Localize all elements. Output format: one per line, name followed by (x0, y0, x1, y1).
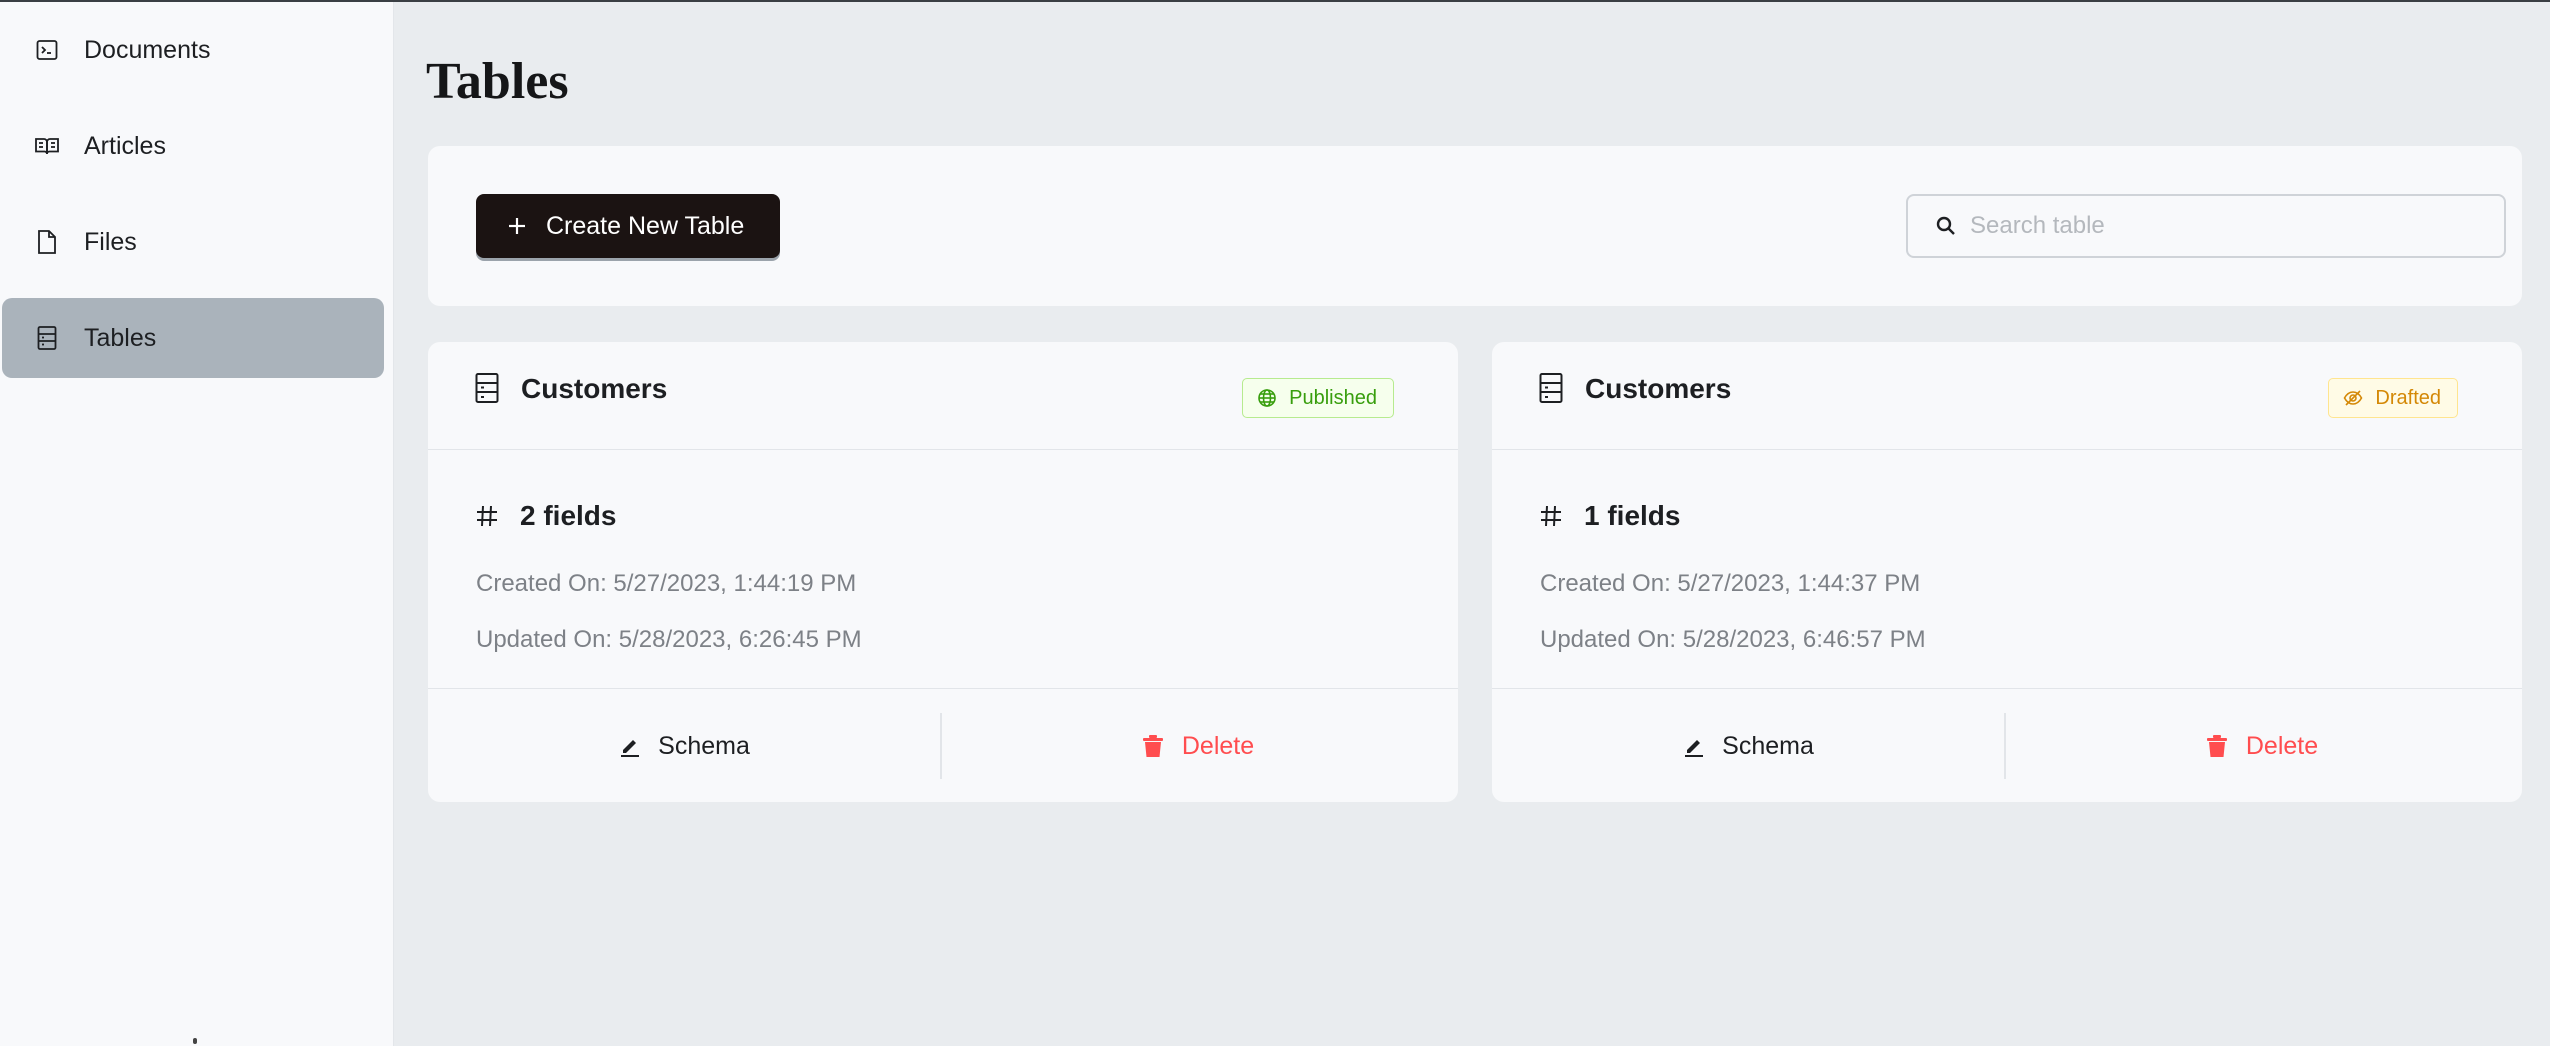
card-footer: Schema Delete (428, 688, 1458, 802)
updated-on: Updated On: 5/28/2023, 6:46:57 PM (1540, 626, 1926, 653)
card-header: Customers Drafted (1492, 342, 2522, 450)
card-title: Customers (1585, 373, 1732, 404)
table-card: Customers Published 2 fields Created On:… (428, 342, 1458, 802)
status-label: Published (1289, 386, 1377, 409)
delete-button[interactable]: Delete (942, 689, 1454, 803)
book-open-icon (34, 133, 60, 159)
fields-count-label: 1 fields (1584, 500, 1681, 531)
sidebar: Documents Articles Files Tables (0, 2, 394, 1046)
table-icon (34, 325, 60, 351)
card-body: 1 fields Created On: 5/27/2023, 1:44:37 … (1492, 450, 2522, 690)
schema-label: Schema (1722, 731, 1814, 760)
fields-count-label: 2 fields (520, 500, 617, 531)
sidebar-item-documents[interactable]: Documents (2, 10, 384, 90)
table-card: Customers Drafted 1 fields Created On: 5… (1492, 342, 2522, 802)
schema-label: Schema (658, 731, 750, 760)
file-icon (34, 229, 60, 255)
status-badge: Published (1242, 378, 1394, 418)
card-title: Customers (521, 373, 668, 404)
toolbar: Create New Table (428, 146, 2522, 306)
create-new-table-button[interactable]: Create New Table (476, 194, 780, 258)
delete-button[interactable]: Delete (2006, 689, 2518, 803)
schema-button[interactable]: Schema (1492, 689, 2004, 803)
sidebar-item-files[interactable]: Files (2, 202, 384, 282)
updated-on: Updated On: 5/28/2023, 6:26:45 PM (476, 626, 862, 653)
terminal-icon (34, 37, 60, 63)
sidebar-item-articles[interactable]: Articles (2, 106, 384, 186)
trash-icon (1142, 734, 1166, 758)
card-body: 2 fields Created On: 5/27/2023, 1:44:19 … (428, 450, 1458, 690)
fields-count: 1 fields (1538, 500, 1680, 532)
sidebar-resize-handle[interactable] (193, 1038, 197, 1044)
hash-icon (1538, 503, 1564, 529)
trash-icon (2206, 734, 2230, 758)
hash-icon (474, 503, 500, 529)
app-window: Documents Articles Files Tables Tables C… (0, 0, 2550, 1046)
fields-count: 2 fields (474, 500, 616, 532)
table-icon (1538, 372, 1564, 404)
sidebar-item-label: Tables (84, 323, 157, 352)
main-content: Tables Create New Table Search table Cus… (394, 2, 2550, 1046)
card-footer: Schema Delete (1492, 688, 2522, 802)
created-on: Created On: 5/27/2023, 1:44:19 PM (476, 570, 857, 597)
eye-off-icon (2343, 388, 2363, 408)
schema-button[interactable]: Schema (428, 689, 940, 803)
edit-icon (618, 734, 642, 758)
sidebar-item-label: Files (84, 227, 137, 256)
status-badge: Drafted (2328, 378, 2458, 418)
sidebar-item-label: Documents (84, 35, 211, 64)
search-box[interactable] (1906, 194, 2506, 258)
plus-icon (506, 215, 528, 237)
created-on: Created On: 5/27/2023, 1:44:37 PM (1540, 570, 1921, 597)
card-header: Customers Published (428, 342, 1458, 450)
create-new-table-label: Create New Table (546, 211, 745, 240)
search-icon (1934, 214, 1958, 238)
sidebar-item-label: Articles (84, 131, 166, 160)
edit-icon (1682, 734, 1706, 758)
globe-icon (1257, 388, 1277, 408)
status-label: Drafted (2375, 386, 2441, 409)
sidebar-item-tables[interactable]: Tables (2, 298, 384, 378)
delete-label: Delete (2245, 731, 2319, 760)
delete-label: Delete (1181, 731, 1255, 760)
page-title: Tables (426, 53, 569, 110)
table-icon (474, 372, 500, 404)
search-input[interactable] (1970, 212, 2490, 240)
